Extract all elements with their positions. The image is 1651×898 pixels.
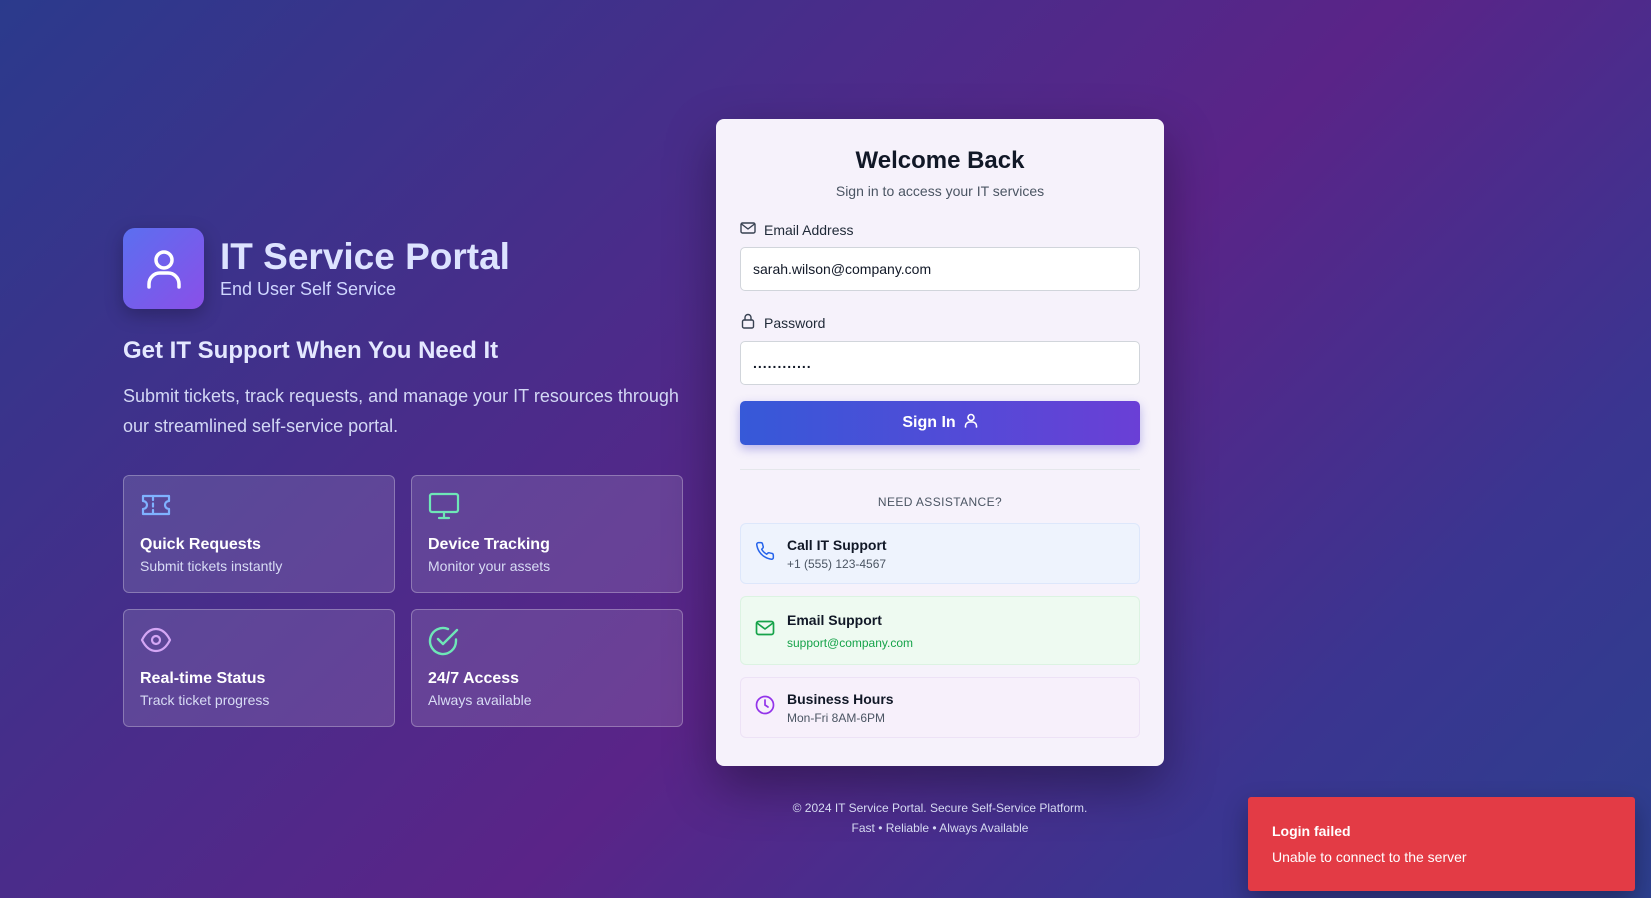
email-label-text: Email Address: [764, 221, 854, 238]
password-label: Password: [740, 313, 1140, 332]
feature-title: Device Tracking: [428, 536, 550, 553]
login-title: Welcome Back: [855, 147, 1025, 174]
mail-icon: [755, 619, 775, 642]
feature-card-realtime-status: Real-time Status Track ticket progress: [123, 609, 395, 727]
toast-title: Login failed: [1272, 823, 1351, 839]
contact-title: Call IT Support: [787, 536, 887, 553]
ticket-icon: [140, 492, 378, 522]
feature-desc: Submit tickets instantly: [140, 558, 283, 574]
brand-subtitle: End User Self Service: [220, 279, 397, 300]
phone-icon: [755, 541, 775, 566]
feature-title: 24/7 Access: [428, 670, 520, 687]
error-toast[interactable]: Login failed Unable to connect to the se…: [1248, 797, 1635, 891]
contact-business-hours: Business Hours Mon-Fri 8AM-6PM: [740, 677, 1140, 738]
hero-description: Submit tickets, track requests, and mana…: [123, 386, 679, 436]
feature-desc: Monitor your assets: [428, 558, 551, 574]
check-circle-icon: [428, 626, 666, 656]
password-field[interactable]: ............: [740, 341, 1140, 385]
lock-icon: [740, 313, 756, 332]
login-card: Welcome Back Sign in to access your IT s…: [716, 119, 1164, 766]
monitor-icon: [428, 492, 666, 522]
contact-value: +1 (555) 123-4567: [787, 556, 887, 571]
feature-desc: Track ticket progress: [140, 692, 270, 708]
password-label-text: Password: [764, 314, 826, 331]
feature-card-24-7-access: 24/7 Access Always available: [411, 609, 683, 727]
feature-grid: Quick Requests Submit tickets instantly …: [123, 475, 685, 727]
footer-tagline: Fast • Reliable • Always Available: [851, 821, 1029, 835]
email-label: Email Address: [740, 221, 1140, 238]
toast-message: Unable to connect to the server: [1272, 849, 1467, 865]
divider: [740, 469, 1140, 470]
sign-in-label: Sign In: [902, 414, 956, 431]
footer-copyright: © 2024 IT Service Portal. Secure Self-Se…: [792, 801, 1088, 815]
contact-email-support[interactable]: Email Support support@company.com: [740, 596, 1140, 665]
email-field[interactable]: sarah.wilson@company.com: [740, 247, 1140, 291]
footer: © 2024 IT Service Portal. Secure Self-Se…: [716, 798, 1164, 838]
user-icon: [123, 228, 204, 309]
hero-tagline: Get IT Support When You Need It: [123, 337, 499, 364]
contact-value[interactable]: support@company.com: [787, 636, 913, 650]
user-icon: [964, 413, 978, 433]
feature-title: Real-time Status: [140, 670, 266, 687]
login-subtitle: Sign in to access your IT services: [835, 183, 1045, 199]
eye-icon: [140, 626, 378, 656]
contact-title: Business Hours: [787, 690, 894, 707]
feature-card-device-tracking: Device Tracking Monitor your assets: [411, 475, 683, 593]
brand-title: IT Service Portal: [220, 235, 510, 277]
feature-title: Quick Requests: [140, 536, 261, 553]
brand: IT Service Portal End User Self Service: [123, 228, 685, 309]
clock-icon: [755, 695, 775, 720]
sign-in-button[interactable]: Sign In: [740, 401, 1140, 445]
contact-title: Email Support: [787, 611, 882, 628]
feature-card-quick-requests: Quick Requests Submit tickets instantly: [123, 475, 395, 593]
mail-icon: [740, 221, 756, 238]
feature-desc: Always available: [428, 692, 532, 708]
contact-value: Mon-Fri 8AM-6PM: [787, 710, 886, 725]
assistance-heading: NEED ASSISTANCE?: [877, 495, 1003, 509]
contact-call-support[interactable]: Call IT Support +1 (555) 123-4567: [740, 523, 1140, 584]
hero-section: IT Service Portal End User Self Service …: [123, 228, 685, 727]
